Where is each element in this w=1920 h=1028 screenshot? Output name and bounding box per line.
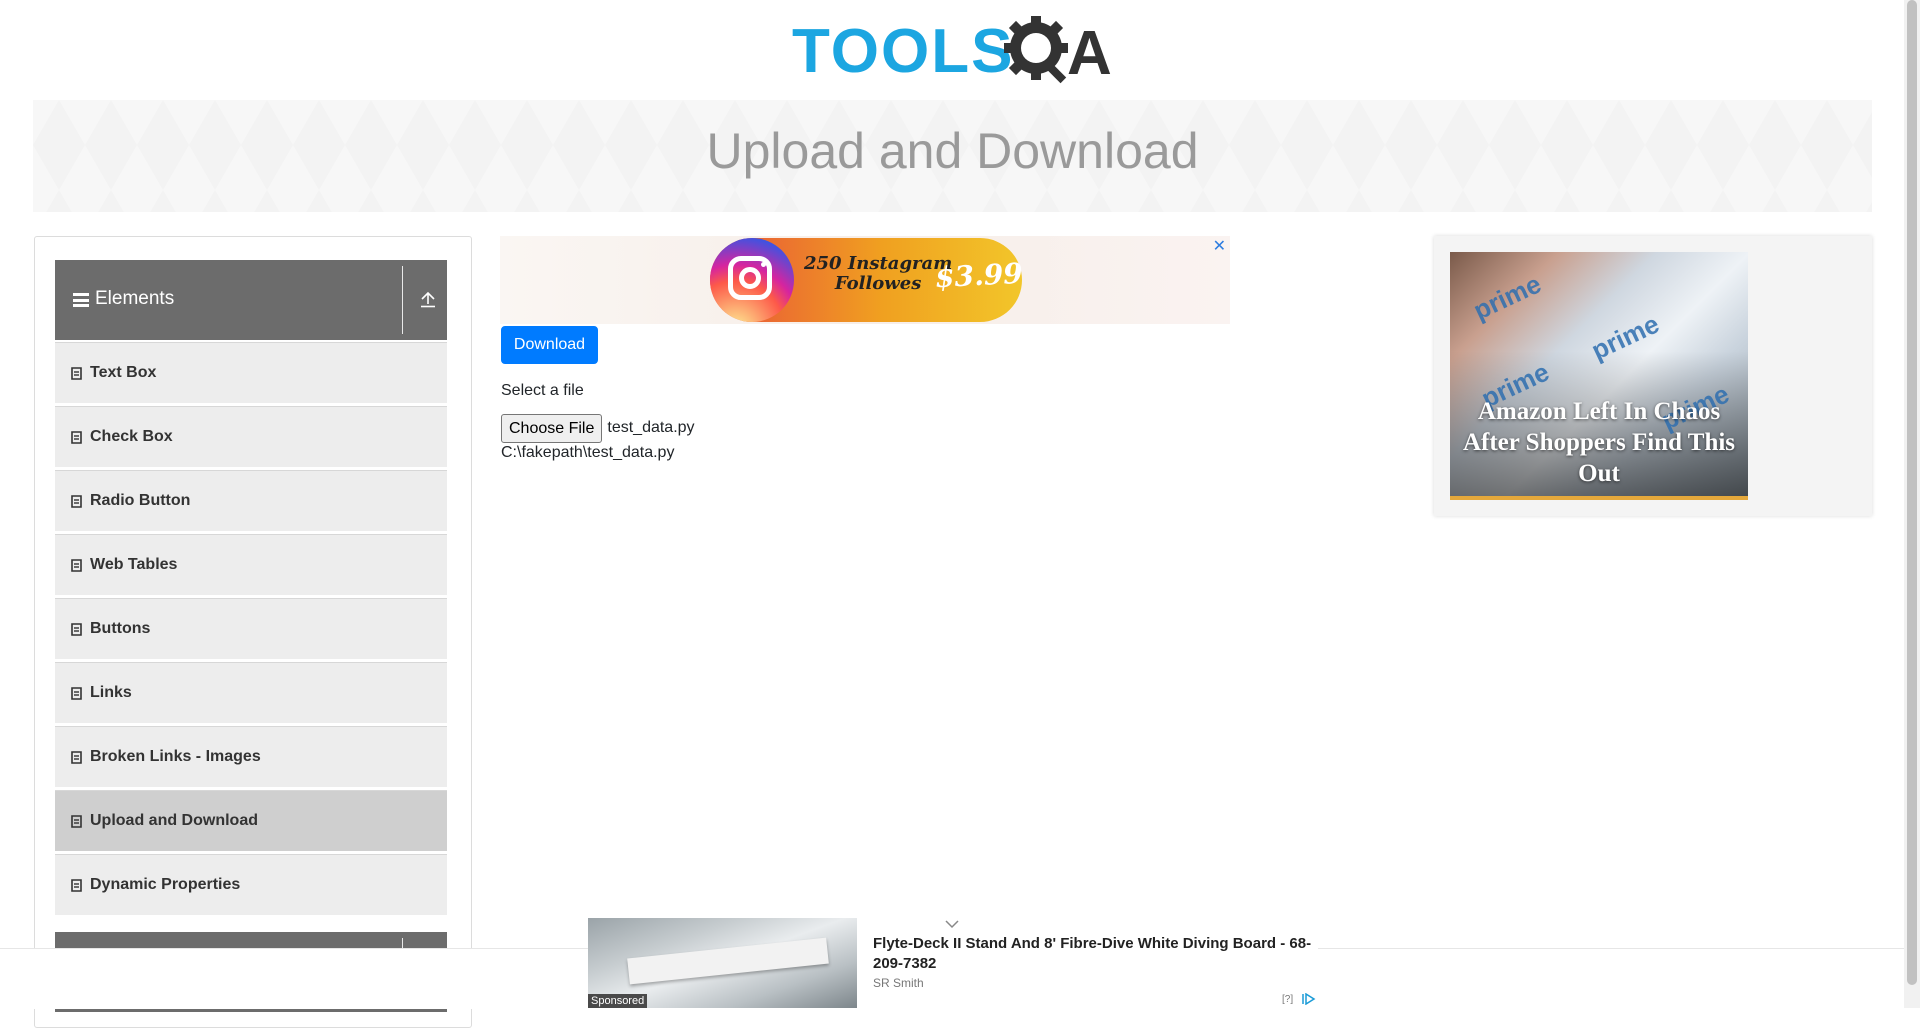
choose-file-button[interactable]: Choose File [501,413,603,443]
sidebar-item-label: Radio Button [90,492,191,509]
sidebar-group-elements[interactable]: Elements [55,260,447,340]
ad-title[interactable]: Flyte-Deck II Stand And 8' Fibre-Dive Wh… [873,934,1318,974]
right-advertisement[interactable]: prime prime prime prime Amazon Left In C… [1434,236,1872,516]
diving-board-image [627,937,829,985]
page-title: Upload and Download [706,123,1199,179]
file-icon [71,366,82,380]
logo-a: A [1067,19,1112,88]
sidebar-item-dynamic-properties[interactable]: Dynamic Properties [55,854,447,916]
sidebar-item-text-box[interactable]: Text Box [55,342,447,404]
prime-text: prime [1586,308,1664,366]
file-icon [71,622,82,636]
file-icon [71,750,82,764]
logo-text: TOOLS [792,17,1015,86]
sidebar-item-label: Check Box [90,428,173,445]
bottom-sponsored-ad[interactable]: Sponsored Flyte-Deck II Stand And 8' Fib… [588,918,1318,1008]
upload-label: Select a file [501,382,584,399]
sidebar-item-upload-and-download[interactable]: Upload and Download [55,790,447,852]
sidebar-item-label: Upload and Download [90,812,258,829]
collapse-up-icon[interactable] [419,290,437,308]
sidebar-item-radio-button[interactable]: Radio Button [55,470,447,532]
file-icon [71,686,82,700]
file-icon [71,430,82,444]
instagram-icon [710,238,794,322]
file-icon [71,878,82,892]
ad-text: 250 Instagram Followes [804,254,952,294]
ad-help-link[interactable]: [?] [1282,994,1293,1005]
sidebar-item-label: Web Tables [90,556,178,573]
page-banner: Upload and Download [33,100,1872,212]
file-icon [71,494,82,508]
scrollbar-thumb[interactable] [1907,0,1917,985]
ad-accent-bar [1450,496,1748,500]
close-icon[interactable]: ✕ [1213,236,1226,256]
sidebar-item-label: Dynamic Properties [90,876,241,893]
page-scrollbar[interactable] [1904,0,1920,1008]
sidebar-group-title: Elements [95,288,175,309]
ad-headline[interactable]: Amazon Left In Chaos After Shoppers Find… [1450,396,1748,489]
sidebar-item-check-box[interactable]: Check Box [55,406,447,468]
adchoices-icon[interactable] [1302,993,1316,1005]
uploaded-file-path: C:\fakepath\test_data.py [501,444,675,461]
file-icon [71,558,82,572]
sidebar-item-label: Links [90,684,132,701]
sidebar-item-links[interactable]: Links [55,662,447,724]
sidebar-item-web-tables[interactable]: Web Tables [55,534,447,596]
ad-thumbnail[interactable]: Sponsored [588,918,857,1008]
upload-file-input[interactable]: Choose File test_data.py [501,413,695,443]
ad-text-line2: Followes [834,273,922,294]
download-button[interactable]: Download [501,326,598,364]
file-icon [71,814,82,828]
top-advertisement[interactable]: 250 Instagram Followes $3.99 ✕ [500,236,1230,324]
sidebar-item-label: Buttons [90,620,151,637]
ad-text-line1: 250 Instagram [804,253,953,274]
ad-price: $3.99 [934,256,1024,295]
sponsored-badge: Sponsored [588,994,648,1008]
sidebar-item-broken-links-images[interactable]: Broken Links - Images [55,726,447,788]
chevron-down-icon[interactable] [944,918,960,930]
toolsqa-logo[interactable]: TOOLS A [792,14,1114,90]
hamburger-icon [73,293,89,307]
ad-source: SR Smith [873,976,924,990]
prime-text: prime [1468,268,1546,326]
selected-file-name: test_data.py [607,419,695,436]
sidebar-item-buttons[interactable]: Buttons [55,598,447,660]
sidebar-item-label: Broken Links - Images [90,748,261,765]
header-divider [402,266,403,334]
gear-q-icon [1004,16,1068,84]
sidebar-item-label: Text Box [90,364,157,381]
